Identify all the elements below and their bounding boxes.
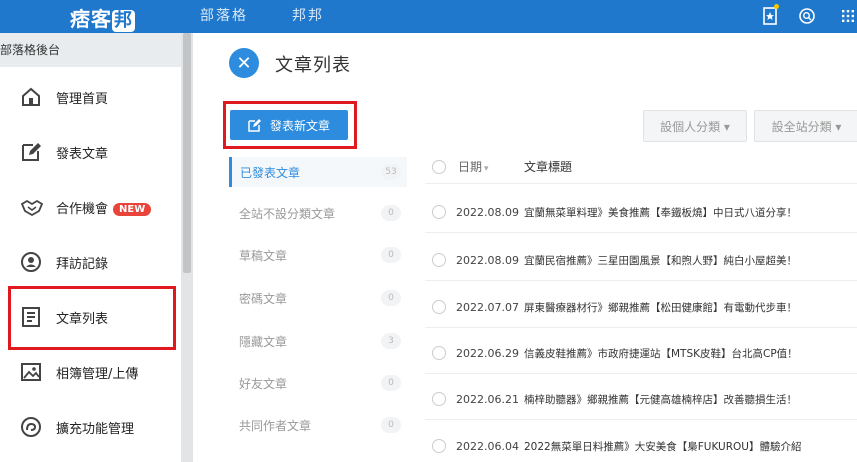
row-checkbox[interactable] xyxy=(432,346,446,360)
category-password[interactable]: 密碼文章 0 xyxy=(229,283,404,313)
post-title-link[interactable]: 宜蘭民宿推薦》三星田園風景【和煦人野】純白小屋超美！ xyxy=(524,253,797,268)
nav-bangbang[interactable]: 邦邦 xyxy=(292,0,324,33)
date-column-header[interactable]: 日期 ▾ xyxy=(458,158,489,175)
category-uncategorized[interactable]: 全站不設分類文章 0 xyxy=(229,198,404,228)
sidebar-item-album[interactable]: 相簿管理/上傳 xyxy=(0,350,181,394)
sidebar-item-extensions[interactable]: 擴充功能管理 xyxy=(0,405,181,449)
row-checkbox[interactable] xyxy=(432,205,446,219)
divider xyxy=(425,280,857,281)
sidebar-item-label: 拜訪記錄 xyxy=(56,256,109,272)
sidebar: 部落格後台 管理首頁 發表文章 合作機會 NEW 拜訪記錄 文章列表 相簿管理/上… xyxy=(0,33,181,462)
category-name: 全站不設分類文章 xyxy=(239,206,336,221)
sort-down-icon: ▾ xyxy=(484,164,489,174)
sidebar-item-label: 相簿管理/上傳 xyxy=(56,366,139,382)
bookmark-star-icon[interactable] xyxy=(760,6,780,26)
divider xyxy=(425,327,857,328)
logo[interactable]: 痞客邦 xyxy=(70,3,135,32)
post-title-link[interactable]: 楠梓助聽器》鄉親推薦【元健高雄楠梓店】改善聽損生活！ xyxy=(524,392,797,407)
post-date: 2022.06.04 xyxy=(456,439,519,453)
category-name: 共同作者文章 xyxy=(239,418,312,433)
category-published[interactable]: 已發表文章 53 xyxy=(229,157,407,187)
row-checkbox[interactable] xyxy=(432,392,446,406)
post-date: 2022.08.09 xyxy=(456,205,519,219)
title-column-header: 文章標題 xyxy=(524,160,573,174)
extension-icon xyxy=(20,416,42,438)
post-date: 2022.06.21 xyxy=(456,392,519,406)
sidebar-item-label: 合作機會 NEW xyxy=(56,198,152,217)
category-count: 0 xyxy=(381,205,401,221)
sidebar-item-label: 發表文章 xyxy=(56,146,109,162)
category-count: 0 xyxy=(381,417,401,433)
category-name: 密碼文章 xyxy=(239,291,288,306)
divider xyxy=(425,183,857,184)
row-checkbox[interactable] xyxy=(432,300,446,314)
category-name: 草稿文章 xyxy=(239,248,288,263)
row-checkbox[interactable] xyxy=(432,253,446,267)
logo-text: 痞客 xyxy=(70,7,112,31)
edit-icon xyxy=(20,141,42,163)
category-name: 好友文章 xyxy=(239,376,288,391)
category-count: 0 xyxy=(381,290,401,306)
image-icon xyxy=(20,361,42,383)
select-all-checkbox[interactable] xyxy=(432,160,446,174)
user-circle-icon xyxy=(20,251,42,273)
apps-grid-icon[interactable] xyxy=(838,6,857,26)
post-title-link[interactable]: 2022無菜單日料推薦》大安美食【梟FUKUROU】體驗介紹 xyxy=(524,439,801,454)
sidebar-item-label-text: 合作機會 xyxy=(56,201,109,217)
logo-box: 邦 xyxy=(112,10,135,32)
post-date: 2022.06.29 xyxy=(456,346,519,360)
new-badge: NEW xyxy=(113,202,152,216)
post-title-link[interactable]: 信義皮鞋推薦》市政府捷運站【MTSK皮鞋】台北高CP值！ xyxy=(524,346,798,361)
home-icon xyxy=(20,86,42,108)
post-date: 2022.07.07 xyxy=(456,300,519,314)
sidebar-item-new-post[interactable]: 發表文章 xyxy=(0,130,181,174)
nav-blog[interactable]: 部落格 xyxy=(200,0,248,33)
highlight-box-new-post xyxy=(223,101,357,149)
sidebar-scrollbar-thumb[interactable] xyxy=(183,33,191,273)
notification-dot xyxy=(774,4,779,9)
post-title-link[interactable]: 宜蘭無菜單料理》美食推薦【奉鐵板燒】中日式八道分享！ xyxy=(524,205,797,220)
sidebar-title: 部落格後台 xyxy=(0,33,181,67)
category-name: 已發表文章 xyxy=(240,165,301,180)
category-count: 53 xyxy=(381,164,401,180)
personal-category-dropdown[interactable]: 設個人分類 ▾ xyxy=(643,110,747,142)
category-name: 隱藏文章 xyxy=(239,334,288,349)
close-icon: ✕ xyxy=(236,52,252,74)
divider xyxy=(425,232,857,233)
post-title-link[interactable]: 屏東醫療器材行》鄉親推薦【松田健康館】有電動代步車！ xyxy=(524,300,797,315)
close-button[interactable]: ✕ xyxy=(229,48,259,78)
site-category-dropdown[interactable]: 設全站分類 ▾ xyxy=(754,110,857,142)
category-hidden[interactable]: 隱藏文章 3 xyxy=(229,326,404,356)
date-header-label: 日期 xyxy=(458,160,483,174)
category-count: 0 xyxy=(381,247,401,263)
row-checkbox[interactable] xyxy=(432,439,446,453)
search-globe-icon[interactable] xyxy=(797,6,817,26)
sidebar-item-visits[interactable]: 拜訪記錄 xyxy=(0,240,181,284)
category-drafts[interactable]: 草稿文章 0 xyxy=(229,240,404,270)
sidebar-item-label: 擴充功能管理 xyxy=(56,421,135,437)
highlight-box-post-list xyxy=(8,286,176,350)
sidebar-item-cooperation[interactable]: 合作機會 NEW xyxy=(0,185,181,229)
category-count: 3 xyxy=(381,333,401,349)
post-date: 2022.08.09 xyxy=(456,253,519,267)
sidebar-item-label: 管理首頁 xyxy=(56,91,109,107)
category-friends[interactable]: 好友文章 0 xyxy=(229,368,404,398)
divider xyxy=(425,373,857,374)
category-coauthor[interactable]: 共同作者文章 0 xyxy=(229,410,404,440)
category-count: 0 xyxy=(381,375,401,391)
divider xyxy=(425,419,857,420)
sidebar-item-home[interactable]: 管理首頁 xyxy=(0,75,181,119)
page-title: 文章列表 xyxy=(275,55,351,76)
handshake-icon xyxy=(20,196,44,218)
